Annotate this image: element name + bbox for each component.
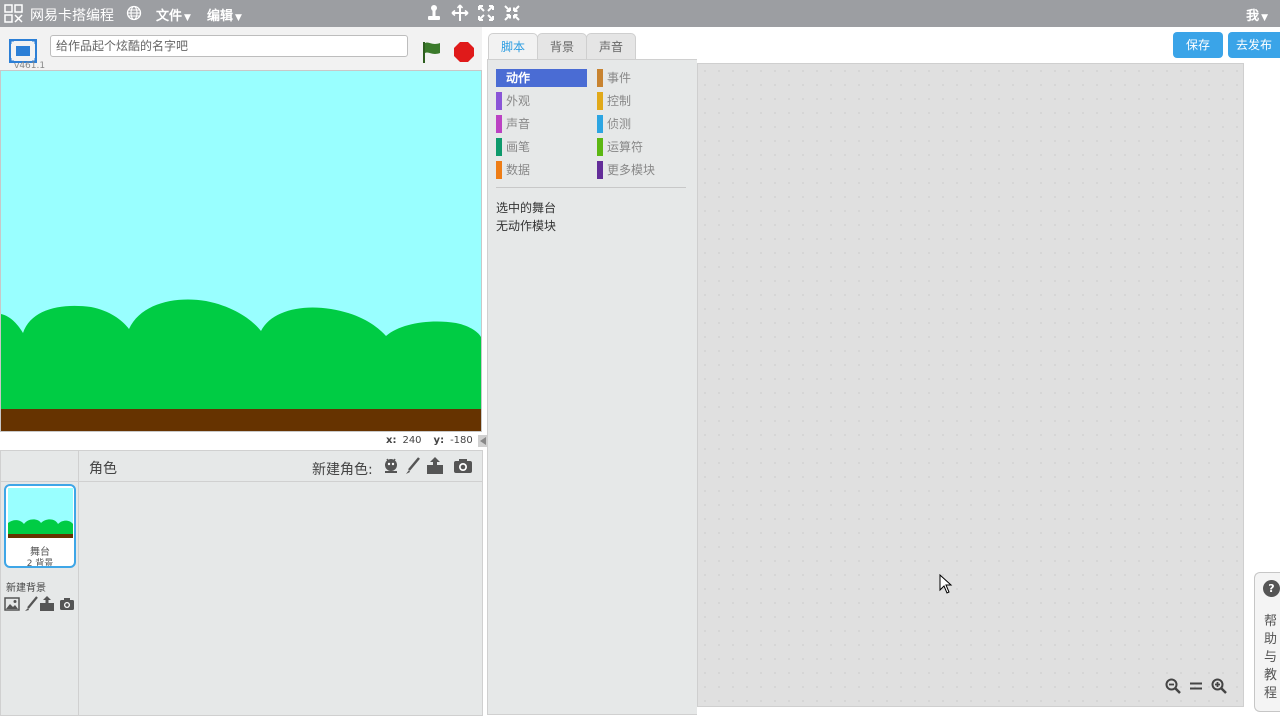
mouse-cursor-icon xyxy=(939,574,953,594)
category-label: 事件 xyxy=(607,71,632,85)
category-color-bar xyxy=(496,161,502,179)
category-label: 数据 xyxy=(506,163,531,177)
category-sensing[interactable]: 侦测 xyxy=(597,115,687,133)
paint-brush-icon[interactable] xyxy=(403,456,423,476)
category-color-bar xyxy=(496,92,502,110)
y-label: y: xyxy=(433,435,445,446)
category-label: 声音 xyxy=(506,117,531,131)
category-label: 外观 xyxy=(506,94,531,108)
mouse-coordinates: x: 240 y: -180 xyxy=(386,435,473,446)
duplicate-stamp-icon[interactable] xyxy=(425,4,443,22)
sprites-label: 角色 xyxy=(89,461,117,477)
tab-sounds[interactable]: 声音 xyxy=(586,33,636,60)
publish-button[interactable]: 去发布 xyxy=(1228,32,1280,58)
block-palette: 动作 事件 外观 控制 声音 侦测 画笔 运算符 数据 更多模块 选中的舞台 无… xyxy=(487,59,697,715)
category-looks[interactable]: 外观 xyxy=(496,92,586,110)
backdrop-library-icon[interactable] xyxy=(4,596,20,612)
fullscreen-icon[interactable] xyxy=(9,39,37,63)
category-data[interactable]: 数据 xyxy=(496,161,586,179)
file-menu-label: 文件 xyxy=(156,9,183,24)
category-label: 控制 xyxy=(607,94,632,108)
shrink-icon[interactable] xyxy=(503,4,521,22)
upload-icon[interactable] xyxy=(425,456,445,476)
project-title-input[interactable] xyxy=(50,35,408,57)
x-label: x: xyxy=(386,435,397,446)
language-globe-icon[interactable] xyxy=(126,5,142,21)
tab-backdrops[interactable]: 背景 xyxy=(537,33,587,60)
category-label: 动作 xyxy=(506,71,531,85)
category-more-blocks[interactable]: 更多模块 xyxy=(597,161,687,179)
palette-message-line2: 无动作模块 xyxy=(496,219,557,233)
zoom-reset-icon[interactable] xyxy=(1188,678,1204,694)
stage-canvas[interactable] xyxy=(0,70,482,432)
edit-menu[interactable]: 编辑 ▼ xyxy=(207,5,242,24)
category-color-bar xyxy=(597,115,603,133)
category-label: 运算符 xyxy=(607,140,644,154)
category-color-bar xyxy=(496,138,502,156)
user-menu-label: 我 xyxy=(1246,9,1260,24)
category-color-bar xyxy=(496,69,502,87)
stage-thumbnail-backdrop xyxy=(8,488,73,538)
green-flag-icon[interactable] xyxy=(420,40,444,64)
category-label: 画笔 xyxy=(506,140,531,154)
upload-icon[interactable] xyxy=(39,596,55,612)
new-sprite-label: 新建角色: xyxy=(312,462,373,478)
category-color-bar xyxy=(597,161,603,179)
category-color-bar xyxy=(597,69,603,87)
category-pen[interactable]: 画笔 xyxy=(496,138,586,156)
palette-divider xyxy=(496,187,686,188)
sprite-library-icon[interactable] xyxy=(381,456,401,476)
help-tab-label: 帮助与教程 xyxy=(1264,614,1278,701)
category-operators[interactable]: 运算符 xyxy=(597,138,687,156)
category-events[interactable]: 事件 xyxy=(597,69,687,87)
logo-icon[interactable] xyxy=(4,4,24,23)
top-menu-bar: 网易卡搭编程 文件 ▼ 编辑 ▼ 我 ▼ xyxy=(0,0,1280,27)
tab-scripts[interactable]: 脚本 xyxy=(488,33,538,60)
user-menu[interactable]: 我 ▼ xyxy=(1246,5,1268,24)
category-color-bar xyxy=(597,92,603,110)
stop-icon[interactable] xyxy=(453,41,475,63)
stage-thumbnail[interactable]: 舞台 2 背景 xyxy=(4,484,76,568)
palette-message-line1: 选中的舞台 xyxy=(496,201,557,215)
category-label: 侦测 xyxy=(607,117,632,131)
paint-brush-icon[interactable] xyxy=(23,596,39,612)
backdrop-count: 2 背景 xyxy=(26,559,54,568)
category-control[interactable]: 控制 xyxy=(597,92,687,110)
new-backdrop-label: 新建背景 xyxy=(6,583,46,594)
camera-icon[interactable] xyxy=(59,596,75,612)
x-value: 240 xyxy=(402,435,422,446)
help-question-icon: ? xyxy=(1263,580,1280,597)
y-value: -180 xyxy=(450,435,473,446)
divider xyxy=(1,481,482,482)
category-sound[interactable]: 声音 xyxy=(496,115,586,133)
chevron-down-icon: ▼ xyxy=(1261,13,1268,23)
chevron-down-icon: ▼ xyxy=(184,13,191,23)
chevron-down-icon: ▼ xyxy=(235,13,242,23)
zoom-in-icon[interactable] xyxy=(1211,678,1227,694)
cut-scissors-icon[interactable] xyxy=(451,4,469,22)
sprite-pane: 角色 新建角色: 舞台 2 背景 新建背景 xyxy=(0,450,483,716)
edit-menu-label: 编辑 xyxy=(207,9,234,24)
file-menu[interactable]: 文件 ▼ xyxy=(156,5,191,24)
grow-icon[interactable] xyxy=(477,4,495,22)
category-color-bar xyxy=(496,115,502,133)
script-area[interactable] xyxy=(697,63,1244,707)
category-color-bar xyxy=(597,138,603,156)
category-motion[interactable]: 动作 xyxy=(496,69,587,87)
zoom-out-icon[interactable] xyxy=(1165,678,1181,694)
stage-thumbnail-image xyxy=(8,488,73,538)
category-label: 更多模块 xyxy=(607,163,656,177)
stage-backdrop xyxy=(1,71,481,431)
camera-icon[interactable] xyxy=(453,456,473,476)
save-button[interactable]: 保存 xyxy=(1173,32,1223,58)
help-tutorials-tab[interactable]: ? 帮助与教程 xyxy=(1254,572,1280,712)
brand-name: 网易卡搭编程 xyxy=(30,8,114,24)
